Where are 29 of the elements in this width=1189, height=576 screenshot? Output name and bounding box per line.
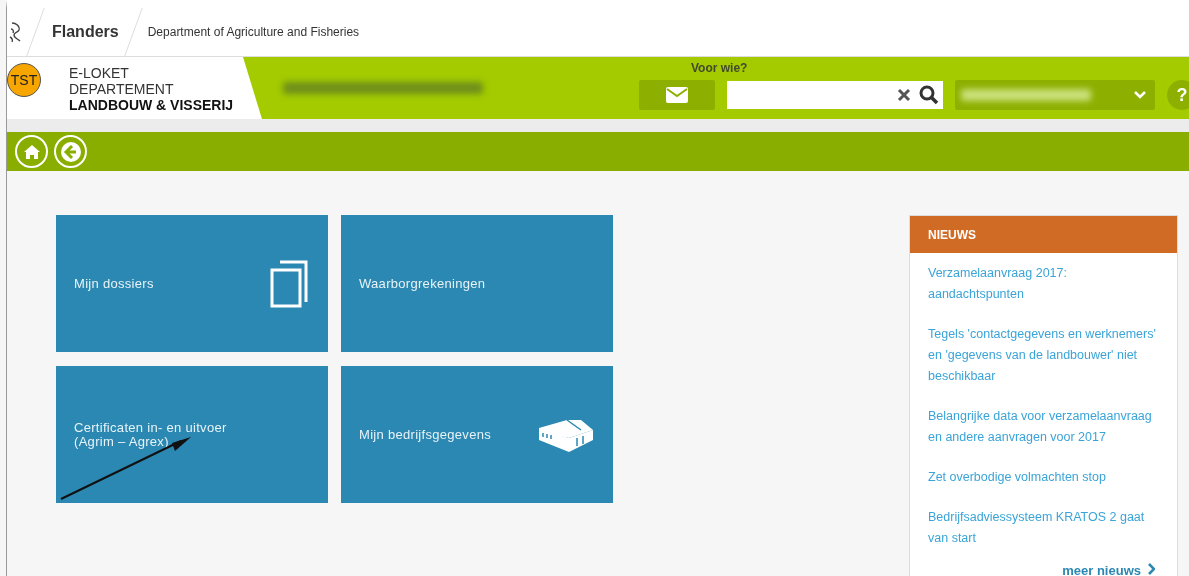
menu-tile[interactable]: Waarborgrekeningen — [341, 215, 613, 352]
back-button[interactable] — [54, 135, 87, 168]
news-link[interactable]: Belangrijke data voor verzamelaanvraag en andere aanvragen voor 2017 — [928, 406, 1159, 448]
menu-tile[interactable]: Mijn bedrijfsgegevens — [341, 366, 613, 503]
search-label: Voor wie? — [691, 61, 748, 75]
more-news-link[interactable]: meer nieuws — [910, 563, 1155, 576]
mail-button[interactable] — [639, 80, 715, 110]
documents-icon — [270, 259, 310, 308]
envelope-icon — [666, 87, 688, 103]
help-button[interactable]: ? — [1167, 80, 1189, 110]
news-link[interactable]: Verzamelaanvraag 2017: aandachtspunten — [928, 263, 1159, 305]
news-link[interactable]: Bedrijfsadviessysteem KRATOS 2 gaat van start — [928, 507, 1159, 549]
news-link[interactable]: Tegels 'contactgegevens en werknemers' en 'gegevens van de landbouwer' niet beschikbaar — [928, 324, 1159, 387]
chevron-right-icon — [1147, 563, 1155, 575]
home-icon — [22, 143, 41, 160]
menu-tile[interactable]: Mijn dossiers — [56, 215, 328, 352]
chevron-icon — [1133, 90, 1147, 100]
home-button[interactable] — [15, 135, 48, 168]
news-link[interactable]: Zet overbodige volmachten stop — [928, 467, 1159, 488]
clear-icon[interactable] — [897, 88, 911, 102]
site-brand[interactable]: Flanders — [52, 23, 119, 41]
department-name: Department of Agriculture and Fisheries — [147, 25, 360, 39]
menu-tile[interactable]: Certificaten in- en uitvoer (Agrim – Agrex) — [56, 366, 328, 503]
account-dropdown[interactable] — [955, 80, 1155, 110]
news-title: NIEUWS — [910, 216, 1177, 253]
environment-badge: TST — [7, 63, 41, 97]
app-title[interactable]: E-LOKET DEPARTEMENT LANDBOUW & VISSERIJ — [69, 65, 234, 113]
search-field[interactable] — [727, 81, 943, 109]
search-icon[interactable] — [919, 85, 939, 105]
